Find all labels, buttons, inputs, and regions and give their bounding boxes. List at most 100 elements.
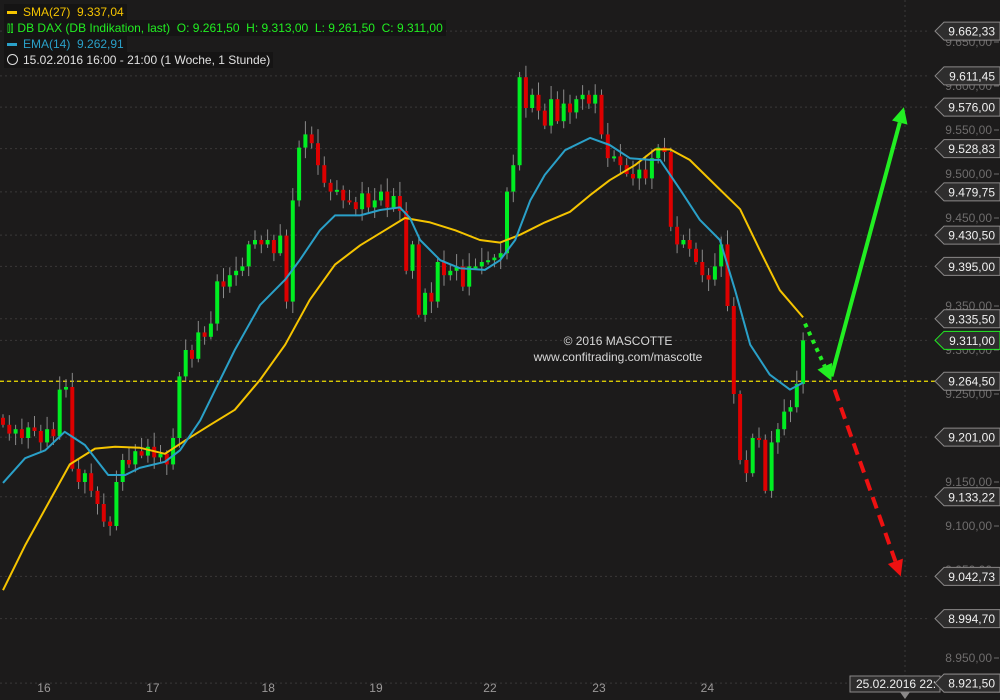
up-scenario-arrow-line xyxy=(829,122,902,377)
x-tick-label: 24 xyxy=(701,681,715,695)
candle-body xyxy=(385,191,390,208)
candle-body xyxy=(309,134,314,144)
candle-body xyxy=(410,244,415,271)
sma-swatch-icon xyxy=(7,11,17,15)
price-level-marker: 9.042,73 xyxy=(934,566,1000,586)
x-tick-label: 18 xyxy=(262,681,276,695)
sma-label: SMA(27) xyxy=(23,5,71,19)
candle-body xyxy=(492,257,497,261)
candle-body xyxy=(89,473,94,491)
candle-body xyxy=(51,429,56,437)
candle-body xyxy=(284,235,289,302)
candle-body xyxy=(297,147,302,201)
up-scenario-arrowhead-icon xyxy=(892,107,908,125)
candle-body xyxy=(360,193,365,210)
candle-body xyxy=(486,260,491,263)
marker-label: 9.430,50 xyxy=(948,229,995,243)
candle-body xyxy=(586,94,591,104)
candle-body xyxy=(19,429,24,438)
watermark-url: www.confitrading.com/mascotte xyxy=(533,350,703,364)
candle-body xyxy=(416,244,421,315)
marker-label: 8.994,70 xyxy=(948,612,995,626)
candle-body xyxy=(278,235,283,254)
candle-body xyxy=(801,340,806,384)
candle-body xyxy=(171,438,176,465)
candle-body xyxy=(127,460,131,465)
y-tick-label: 9.550,00 xyxy=(945,123,992,137)
candle-body xyxy=(13,429,18,434)
candle-body xyxy=(536,94,541,111)
candle-body xyxy=(177,376,182,438)
candle-body xyxy=(271,240,276,254)
ema-value: 9.262,91 xyxy=(77,37,124,51)
price-level-marker: 9.201,00 xyxy=(934,427,1000,447)
candle-body xyxy=(637,169,642,179)
candle-body xyxy=(568,103,572,113)
candle-body xyxy=(700,262,705,276)
candle-body xyxy=(290,200,295,302)
crosshair-pointer-icon xyxy=(900,692,910,699)
candle-body xyxy=(26,427,31,438)
legend-ema: EMA(14) 9.262,91 xyxy=(4,36,127,52)
legend-sma: SMA(27) 9.337,04 xyxy=(4,4,127,20)
marker-label: 8.921,50 xyxy=(948,677,995,691)
candle-body xyxy=(712,266,717,280)
candle-body xyxy=(555,99,560,122)
candle-body xyxy=(750,438,755,474)
price-level-marker: 9.335,50 xyxy=(934,309,1000,329)
candle-body xyxy=(580,94,585,100)
candle-body xyxy=(322,165,327,183)
price-level-marker: 9.430,50 xyxy=(934,225,1000,245)
candle-body xyxy=(139,451,144,456)
candle-body xyxy=(366,193,371,208)
candle-body xyxy=(391,196,396,208)
candle-body xyxy=(215,281,220,324)
candle-body xyxy=(1,417,5,425)
candle-body xyxy=(782,411,787,430)
candle-body xyxy=(738,394,743,460)
candle-body xyxy=(618,156,623,166)
candle-body xyxy=(334,189,339,192)
candle-body xyxy=(202,332,207,337)
candle-body xyxy=(190,350,194,359)
marker-label: 9.479,75 xyxy=(948,185,995,199)
candle-body xyxy=(265,240,270,245)
price-level-marker: 9.528,83 xyxy=(934,139,1000,159)
candle-body xyxy=(183,350,188,377)
candle-body xyxy=(574,99,579,113)
candle-body xyxy=(769,442,774,491)
y-tick-label: 8.950,00 xyxy=(945,651,992,665)
candle-body xyxy=(675,226,680,245)
x-tick-label: 17 xyxy=(146,681,160,695)
y-tick-label: 9.100,00 xyxy=(945,519,992,533)
candle-body xyxy=(599,94,604,135)
ema-label: EMA(14) xyxy=(23,37,71,51)
candle-body xyxy=(757,438,761,440)
legend-instrument: ⫿⫿ DB DAX (DB Indikation, last) O: 9.261,… xyxy=(4,20,446,36)
legend-period: 15.02.2016 16:00 - 21:00 (1 Woche, 1 Stu… xyxy=(4,52,274,68)
candle-body xyxy=(775,429,780,443)
marker-label: 9.395,00 xyxy=(948,260,995,274)
candle-body xyxy=(95,490,100,504)
candle-body xyxy=(316,143,320,166)
marker-label: 9.576,00 xyxy=(948,101,995,115)
x-tick-label: 19 xyxy=(369,681,383,695)
candle-body xyxy=(57,389,62,437)
candle-body xyxy=(668,152,673,227)
candle-body xyxy=(435,262,440,302)
ema-swatch-icon xyxy=(7,43,17,47)
candle-body xyxy=(631,174,635,179)
candle-body xyxy=(101,504,106,522)
period-text: 15.02.2016 16:00 - 21:00 (1 Woche, 1 Stu… xyxy=(23,53,271,67)
candle-body xyxy=(725,244,730,306)
candle-body xyxy=(64,386,68,390)
candle-body xyxy=(404,210,409,271)
candle-body xyxy=(511,165,516,192)
x-tick-label: 16 xyxy=(37,681,51,695)
pullback-arrow-line xyxy=(803,322,827,368)
candle-body xyxy=(706,275,711,280)
candle-body xyxy=(253,240,257,245)
candle-body xyxy=(259,240,264,245)
candle-body xyxy=(82,473,87,482)
candle-body xyxy=(133,451,138,465)
